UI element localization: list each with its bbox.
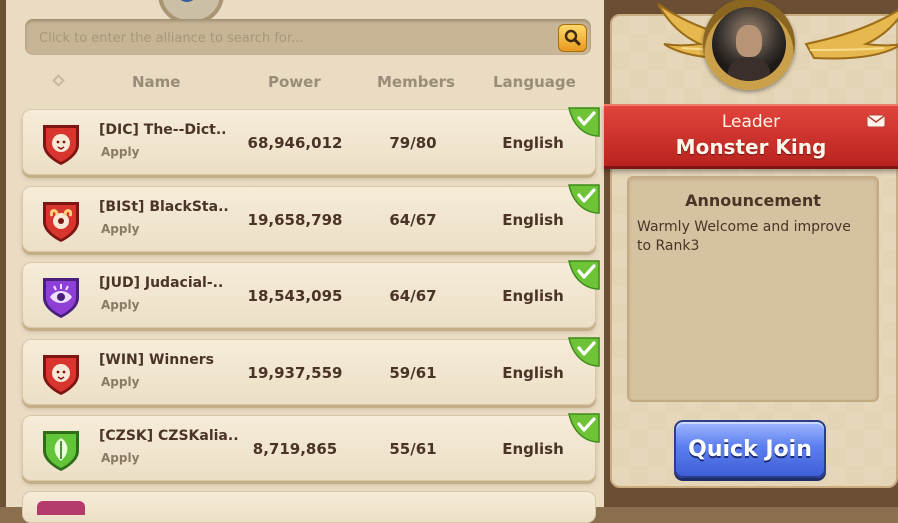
alliance-power: 68,946,012 — [247, 134, 343, 152]
leader-name: Monster King — [675, 135, 827, 159]
column-headers: Name Power Members Language — [0, 70, 604, 94]
header-power: Power — [268, 73, 321, 91]
alliance-emblem-icon — [37, 501, 85, 515]
alliance-power: 8,719,865 — [252, 440, 338, 458]
alliance-row[interactable]: [WIN] Winners Apply 19,937,559 59/61 English — [22, 336, 600, 405]
alliance-power: 18,543,095 — [247, 287, 343, 305]
header-name: Name — [132, 73, 181, 91]
alliance-detail-panel: Leader Monster King Announcement Warmly … — [604, 0, 898, 507]
alliance-members: 64/67 — [389, 210, 437, 229]
alliance-name: [WIN] Winners — [99, 351, 214, 368]
alliance-emblem-icon — [37, 272, 85, 320]
header-members: Members — [377, 73, 455, 91]
mail-icon[interactable] — [866, 114, 886, 128]
checkmark-icon — [568, 336, 600, 367]
diamond-icon — [52, 74, 65, 87]
alliance-row[interactable]: [DIC] The--Dict.. Apply 68,946,012 79/80 Eng… — [22, 107, 600, 175]
leader-title: Leader — [721, 112, 781, 132]
leader-portrait-icon — [712, 7, 786, 81]
announcement-title: Announcement — [685, 191, 821, 210]
alliance-search-bar — [25, 19, 591, 55]
alliance-name: [JUD] Judacial-.. — [99, 275, 224, 291]
alliance-language: English — [502, 440, 564, 458]
apply-link[interactable]: Apply — [101, 375, 139, 389]
right-wing-icon — [804, 9, 898, 60]
alliance-language: English — [502, 363, 564, 382]
search-button[interactable] — [558, 24, 587, 52]
alliance-emblem-icon — [37, 425, 85, 473]
leader-avatar[interactable] — [703, 0, 795, 90]
announcement-box: Announcement Warmly Welcome and improve … — [627, 176, 879, 402]
alliance-power: 19,658,798 — [247, 210, 343, 229]
alliance-emblem-icon — [37, 196, 85, 244]
alliance-members: 59/61 — [389, 363, 437, 382]
alliance-row[interactable]: [CZSK] CZSKalia.. Apply 8,719,865 55/61 Engl… — [22, 413, 600, 481]
alliance-language: English — [502, 210, 564, 229]
checkmark-icon — [568, 107, 600, 137]
apply-link[interactable]: Apply — [101, 145, 139, 159]
alliance-name: [BISt] BlackSta.. — [99, 198, 229, 215]
alliance-members: 79/80 — [389, 134, 437, 152]
checkmark-icon — [568, 183, 600, 214]
apply-link[interactable]: Apply — [101, 298, 139, 312]
alliance-row[interactable]: [BISt] BlackSta.. Apply 19,658,798 64/67 Eng… — [22, 183, 600, 252]
alliance-members: 64/67 — [389, 287, 437, 305]
alliance-name: [CZSK] CZSKalia.. — [99, 428, 239, 444]
alliance-emblem-icon — [37, 349, 85, 397]
alliance-search-input[interactable] — [37, 27, 541, 49]
alliance-language: English — [502, 287, 564, 305]
apply-link[interactable]: Apply — [101, 222, 139, 236]
checkmark-icon — [568, 260, 600, 290]
leader-banner: Leader Monster King — [604, 104, 898, 169]
alliance-language: English — [502, 134, 564, 152]
alliance-row-partial[interactable] — [22, 491, 596, 523]
checkmark-icon — [568, 413, 600, 443]
quick-join-button[interactable]: Quick Join — [674, 420, 826, 478]
alliance-list-panel: Name Power Members Language [DIC] The--D… — [0, 0, 604, 523]
alliance-name: [DIC] The--Dict.. — [99, 122, 227, 138]
alliance-emblem-icon — [37, 119, 85, 167]
alliance-power: 19,937,559 — [247, 363, 343, 382]
header-language: Language — [493, 73, 576, 91]
alliance-members: 55/61 — [389, 440, 437, 458]
alliance-row[interactable]: [JUD] Judacial-.. Apply 18,543,095 64/67 Eng… — [22, 260, 600, 328]
magnifier-icon — [564, 29, 581, 46]
announcement-text: Warmly Welcome and improve to Rank3 — [637, 219, 851, 254]
apply-link[interactable]: Apply — [101, 451, 139, 465]
